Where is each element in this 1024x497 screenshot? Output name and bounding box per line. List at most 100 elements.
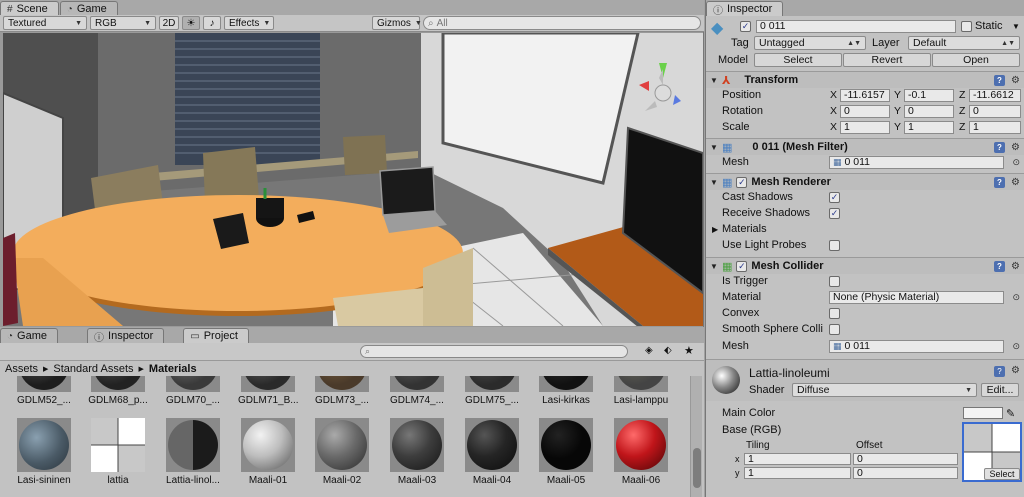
tab-game[interactable]: ◔ Game	[59, 1, 118, 16]
gear-icon[interactable]: ⚙	[1011, 261, 1020, 272]
tiling-x-field[interactable]: 1	[744, 453, 851, 465]
tab-scene[interactable]: # Scene	[0, 1, 59, 16]
rotation-z-field[interactable]: 0	[969, 104, 1021, 118]
cast-shadows-checkbox[interactable]: ✓	[829, 191, 840, 203]
layer-dropdown[interactable]: Default ▲▼	[908, 36, 1020, 50]
gizmos-dropdown[interactable]: Gizmos ▼	[372, 16, 422, 30]
rotation-y-field[interactable]: 0	[904, 104, 954, 118]
favorite-star-icon[interactable]: ★	[684, 344, 694, 357]
model-open-button[interactable]: Open	[932, 53, 1020, 67]
active-checkbox[interactable]: ✓	[740, 20, 751, 32]
breadcrumb-assets[interactable]: Assets	[5, 363, 38, 375]
mesh-collider-header[interactable]: ▼ ▦ ✓ Mesh Collider ? ⚙	[706, 257, 1024, 274]
gear-icon[interactable]: ⚙	[1011, 177, 1020, 188]
shader-dropdown[interactable]: Diffuse ▼	[792, 383, 977, 397]
project-search-input[interactable]: ⌕	[360, 345, 628, 358]
help-icon[interactable]: ?	[994, 141, 1005, 153]
asset-item[interactable]: Maali-04	[462, 418, 522, 486]
materials-row[interactable]: ▶ Materials	[706, 221, 1024, 237]
tab-game-bottom[interactable]: ◔ Game	[0, 328, 59, 343]
scene-viewport[interactable]	[3, 33, 703, 326]
convex-checkbox[interactable]	[829, 307, 840, 319]
texture-select-button[interactable]: Select	[984, 468, 1020, 480]
object-picker-icon[interactable]: ⊙	[1012, 157, 1020, 168]
main-color-swatch[interactable]	[963, 407, 1003, 419]
smooth-sphere-checkbox[interactable]	[829, 323, 840, 335]
asset-item[interactable]: Maali-02	[312, 418, 372, 486]
is-trigger-checkbox[interactable]	[829, 275, 840, 287]
asset-item[interactable]: Lasi-kirkas	[536, 376, 596, 406]
transform-header[interactable]: ▼ ⅄ Transform ? ⚙	[706, 71, 1024, 88]
collider-mesh-field[interactable]: ▦ 0 011	[829, 339, 1004, 353]
scrollbar-thumb[interactable]	[693, 448, 701, 488]
asset-item[interactable]: lattia	[88, 418, 148, 486]
render-mode-dropdown[interactable]: RGB ▼	[90, 16, 156, 30]
asset-item[interactable]: GDLM70_...	[163, 376, 223, 406]
eyedropper-icon[interactable]: ✎	[1006, 407, 1015, 420]
asset-item[interactable]: Lasi-sininen	[14, 418, 74, 486]
shader-edit-button[interactable]: Edit...	[981, 383, 1019, 397]
tag-dropdown[interactable]: Untagged ▲▼	[754, 36, 866, 50]
position-y-field[interactable]: -0.1	[904, 88, 954, 102]
scale-y-field[interactable]: 1	[904, 120, 954, 134]
receive-shadows-checkbox[interactable]: ✓	[829, 207, 840, 219]
help-icon[interactable]: ?	[994, 260, 1005, 272]
scale-x-field[interactable]: 1	[840, 120, 890, 134]
filter-label-icon[interactable]: ⬖	[664, 345, 672, 356]
asset-item[interactable]: Maali-05	[536, 418, 596, 486]
help-icon[interactable]: ?	[994, 176, 1005, 188]
position-x-field[interactable]: -11.6157	[840, 88, 890, 102]
use-light-probes-checkbox[interactable]	[829, 239, 840, 251]
object-picker-icon[interactable]: ⊙	[1012, 292, 1020, 303]
mesh-filter-header[interactable]: ▼ ▦ 0 011 (Mesh Filter) ? ⚙	[706, 138, 1024, 155]
asset-item[interactable]: GDLM75_...	[462, 376, 522, 406]
project-scrollbar[interactable]	[690, 376, 702, 497]
object-picker-icon[interactable]: ⊙	[1012, 341, 1020, 352]
filter-type-icon[interactable]: ◈	[645, 345, 653, 356]
shading-mode-dropdown[interactable]: Textured ▼	[3, 16, 87, 30]
mesh-field[interactable]: ▦ 0 011	[829, 155, 1004, 169]
rotation-x-field[interactable]: 0	[840, 104, 890, 118]
2d-toggle-button[interactable]: 2D	[159, 16, 179, 30]
asset-item[interactable]: GDLM74_...	[387, 376, 447, 406]
gear-icon[interactable]: ⚙	[1011, 365, 1020, 376]
physic-material-field[interactable]: None (Physic Material)	[829, 290, 1004, 304]
audio-toggle-button[interactable]: ♪	[203, 16, 221, 30]
tab-inspector-bottom[interactable]: ⓘ Inspector	[87, 328, 165, 344]
offset-y-field[interactable]: 0	[853, 467, 958, 479]
static-checkbox[interactable]	[961, 20, 972, 32]
base-texture-slot[interactable]: Select	[962, 422, 1022, 482]
tab-inspector[interactable]: ⓘ Inspector	[706, 1, 784, 17]
asset-item[interactable]: GDLM71_B...	[238, 376, 298, 406]
position-z-field[interactable]: -11.6612	[969, 88, 1021, 102]
breadcrumb-materials[interactable]: Materials	[149, 363, 197, 375]
chevron-down-icon[interactable]: ▼	[1012, 22, 1020, 31]
gear-icon[interactable]: ⚙	[1011, 75, 1020, 86]
offset-x-field[interactable]: 0	[853, 453, 958, 465]
asset-item[interactable]: Lattia-linol...	[163, 418, 223, 486]
mesh-renderer-enabled-checkbox[interactable]: ✓	[736, 176, 748, 188]
asset-item[interactable]: GDLM52_...	[14, 376, 74, 406]
scene-toolbar: Textured ▼ RGB ▼ 2D ☀ ♪ Effects ▼ Gizmos ▼ ⌕…	[0, 15, 704, 32]
asset-item[interactable]: GDLM68_p...	[88, 376, 148, 406]
tiling-y-field[interactable]: 1	[744, 467, 851, 479]
help-icon[interactable]: ?	[994, 74, 1005, 86]
mesh-collider-enabled-checkbox[interactable]: ✓	[736, 260, 748, 272]
asset-item[interactable]: GDLM73_...	[312, 376, 372, 406]
asset-item[interactable]: Maali-01	[238, 418, 298, 486]
object-name-field[interactable]: 0 011	[756, 19, 956, 33]
breadcrumb-standard-assets[interactable]: Standard Assets	[53, 363, 133, 375]
asset-item[interactable]: Lasi-lamppu	[611, 376, 671, 406]
effects-dropdown[interactable]: Effects ▼	[224, 16, 274, 30]
model-select-button[interactable]: Select	[754, 53, 842, 67]
lighting-toggle-button[interactable]: ☀	[182, 16, 200, 30]
model-revert-button[interactable]: Revert	[843, 53, 931, 67]
help-icon[interactable]: ?	[994, 366, 1005, 377]
mesh-renderer-header[interactable]: ▼ ▦ ✓ Mesh Renderer ? ⚙	[706, 173, 1024, 190]
scene-search-input[interactable]: ⌕ All	[423, 16, 701, 30]
tab-project[interactable]: ▭ Project	[183, 328, 249, 343]
asset-item[interactable]: Maali-06	[611, 418, 671, 486]
asset-item[interactable]: Maali-03	[387, 418, 447, 486]
gear-icon[interactable]: ⚙	[1011, 142, 1020, 153]
scale-z-field[interactable]: 1	[969, 120, 1021, 134]
